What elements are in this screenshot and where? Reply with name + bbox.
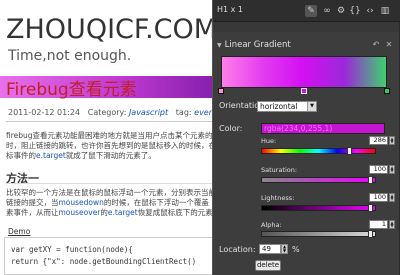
location-label: Location: [219,245,256,254]
paragraph-text: 的 [100,208,108,217]
location-unit: % [292,245,300,254]
lightness-slider-thumb[interactable] [368,204,373,212]
post-title[interactable]: Firebug查看元素 [6,75,137,100]
orientation-select[interactable]: horizontal ▼ [257,101,317,112]
gradient-stop-handle[interactable] [218,88,224,94]
section-header-linear-gradient[interactable]: ▼ Linear Gradient [217,40,291,50]
paragraph-line: 比较罕的一个方法是在鼠标的鼠标浮动一个元素，分别表示当前 [6,188,216,197]
paragraph-text: 就成了鼠下滑动的元素了。 [65,151,156,160]
post-date: 2011-02-12 01:24 [8,108,81,117]
hue-spinner[interactable]: ▲ ▼ [389,136,395,145]
lightness-number-input[interactable]: 100 [369,193,388,202]
hue-number-input[interactable]: 286 [369,136,388,145]
inline-link[interactable]: e.target [36,151,66,160]
gradient-editor-panel: H1 x 1 ✎ ∞ ⚙ {} ‹› ▥ ▼ Linear Gradient ↶ … [212,0,400,275]
site-title[interactable]: ZHOUQICF.COM [6,14,217,45]
saturation-spinner[interactable]: ▲ ▼ [389,165,395,174]
hue-label: Hue: [261,137,277,145]
code-block: var getXY = function(node){ return {"x":… [4,237,218,275]
paragraph-text: 链接的提交，当 [6,198,59,207]
close-icon[interactable]: ✕ [384,40,394,50]
lightness-label: Lightness: [261,194,295,202]
alpha-slider-thumb[interactable] [368,230,373,238]
gradient-stop-handle-selected[interactable] [301,88,307,94]
hue-slider[interactable] [261,147,376,155]
undo-icon[interactable]: ↶ [371,40,381,50]
chevron-down-icon[interactable]: ▼ [307,102,316,111]
paragraph-line: 标事件的e.target就成了鼠下滑动的元素了。 [6,151,156,161]
inline-link[interactable]: mouseover [59,208,101,217]
paragraph-text: 恢复成鼠标底下的元素 [137,208,213,217]
paragraph-line: 时，阻止链接的跳转，也许你首先想到的是鼠标移入的时候，在鼠 [6,141,224,150]
location-input[interactable]: 49 [259,244,281,254]
paragraph-text: 的时候，在鼠标下浮动一个覆盖 [103,198,209,207]
code-line: var getXY = function(node){ [11,245,133,254]
color-label: Color: [219,124,243,133]
hue-slider-thumb[interactable] [347,147,352,155]
orientation-value: horizontal [260,102,298,111]
section-title-text: Linear Gradient [224,40,291,50]
color-input[interactable]: rgba(234,0,255,1) [261,123,385,134]
alpha-number-input[interactable]: 1 [369,220,388,229]
braces-icon[interactable]: {} [349,5,361,17]
saturation-label: Saturation: [261,166,298,174]
code-line: return {"x": node.getBoundingClientRect(… [11,257,197,266]
section-divider [6,183,218,184]
selected-element-label: H1 x 1 [217,5,244,14]
gradient-preview[interactable] [221,56,387,88]
site-tagline: Time,not enough. [8,48,132,64]
alpha-slider[interactable] [261,230,376,238]
brush-icon[interactable]: ✎ [305,5,317,17]
gear-icon[interactable]: ⚙ [335,5,347,17]
collapse-triangle-icon[interactable]: ▼ [217,42,222,49]
paragraph-line: 链接的提交，当mousedown的时候，在鼠标下浮动一个覆盖 [6,198,209,208]
lightness-slider[interactable] [261,204,376,212]
panel-subheader [213,22,400,32]
post-divider [6,121,218,122]
demo-link[interactable]: Demo [8,227,30,236]
paragraph-text: 标事件的 [6,151,36,160]
panel-toolbar: H1 x 1 ✎ ∞ ⚙ {} ‹› ▥ [213,0,400,22]
alpha-label: Alpha: [261,221,282,229]
paragraph-line: firebug查看元素功能最困难的地方就是当用户点击某个元素的时候， [6,131,236,140]
tag-label: tag: [175,108,192,117]
category-link[interactable]: Javascript [129,108,168,117]
paragraph-text: 素事件，从而让 [6,208,59,217]
alpha-spinner[interactable]: ▲ ▼ [389,220,395,229]
saturation-slider-thumb[interactable] [368,176,373,184]
paragraph-line: 素事件，从而让mouseover的e.target恢复成鼠标底下的元素 [6,208,213,218]
category-label: Category: [87,108,127,117]
code-icon[interactable]: ‹› [364,5,376,17]
gradient-stop-handle[interactable] [384,88,390,94]
saturation-slider[interactable] [261,176,376,184]
lightness-spinner[interactable]: ▲ ▼ [389,193,395,202]
location-spinner[interactable]: ▲ ▼ [281,244,288,254]
link-icon[interactable]: ∞ [321,5,333,17]
trash-icon[interactable]: ▥ [379,5,391,17]
saturation-number-input[interactable]: 100 [369,165,388,174]
inline-link[interactable]: e.target [108,208,138,217]
delete-stop-button[interactable]: delete [255,260,281,271]
inline-link[interactable]: mousedown [59,198,104,207]
